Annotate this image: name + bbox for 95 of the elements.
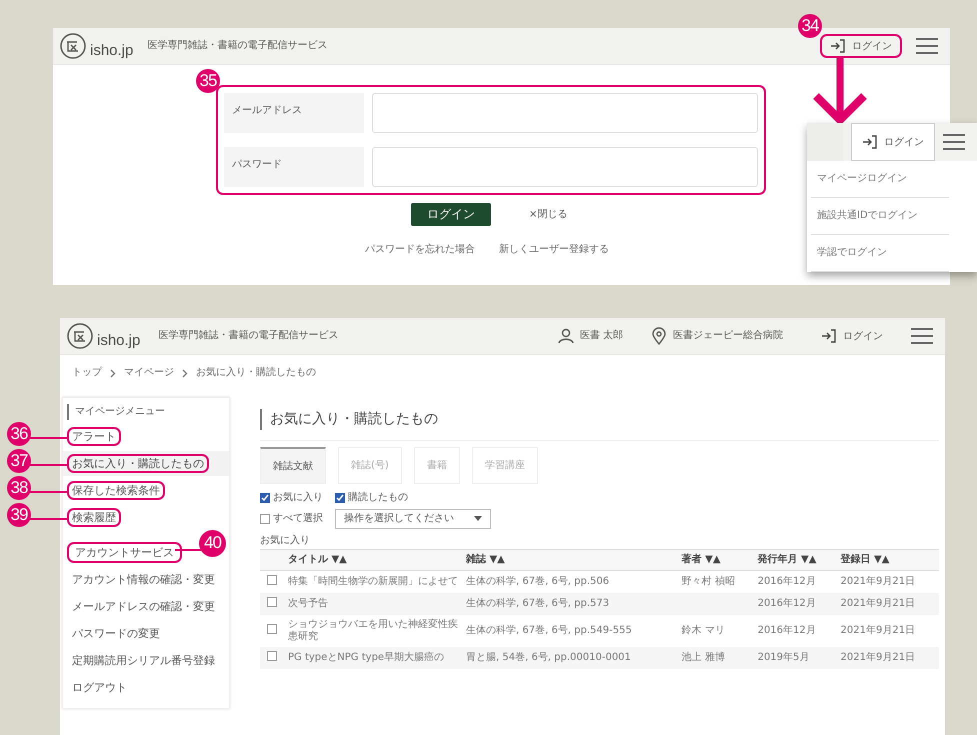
- checkbox[interactable]: [260, 514, 270, 524]
- table-cell: 2021年9月21日: [836, 592, 939, 615]
- callout-number: 34: [798, 14, 822, 38]
- tagline: 医学専門雑誌・書籍の電子配信サービス: [147, 40, 328, 52]
- column-header[interactable]: 著者 ▼▲: [678, 549, 754, 570]
- sidebar-item[interactable]: 保存した検索条件: [67, 480, 165, 500]
- menu-icon: [911, 328, 933, 344]
- link[interactable]: 新しくユーザー登録する: [499, 244, 609, 256]
- table-cell: 鈴木 マリ: [678, 614, 754, 647]
- user-name: 医書 太郎: [580, 330, 623, 342]
- leader-line: [29, 518, 67, 520]
- table-cell: 2021年9月21日: [836, 646, 939, 669]
- table-cell: 2019年5月: [754, 646, 837, 669]
- login-icon: [830, 39, 846, 53]
- sidebar-item[interactable]: 定期購読用シリアル番号登録: [67, 651, 220, 670]
- chevron-icon: [182, 368, 188, 378]
- sidebar-heading: マイページメニュー: [67, 404, 171, 420]
- column-header[interactable]: 雑誌 ▼▲: [462, 549, 678, 570]
- table-cell: 生体の科学, 67巻, 6号, pp.506: [462, 570, 678, 593]
- breadcrumb-link[interactable]: トップ: [72, 367, 102, 379]
- location-pin-icon: [651, 327, 667, 345]
- callout-number: 39: [7, 503, 31, 527]
- checkbox[interactable]: [260, 492, 270, 503]
- input-field[interactable]: [372, 147, 758, 187]
- sidebar-item[interactable]: お気に入り・購読したもの: [67, 454, 209, 474]
- table-cell: 生体の科学, 67巻, 6号, pp.549-555: [462, 614, 678, 647]
- logo-text: isho.jp: [90, 42, 134, 60]
- callout-number: 38: [7, 476, 31, 500]
- table-cell: PG typeとNPG type早期大腸癌の: [284, 646, 462, 669]
- table-cell: 次号予告: [284, 592, 462, 615]
- caret-icon: [474, 516, 482, 522]
- leader-line: [175, 548, 201, 551]
- leader-line: [29, 464, 67, 466]
- login-button[interactable]: ログイン: [820, 34, 902, 58]
- breadcrumb-link[interactable]: マイページ: [124, 367, 174, 379]
- callout-number: 36: [7, 422, 31, 446]
- logo-text: isho.jp: [97, 332, 140, 350]
- sidebar-heading: アカウントサービス: [67, 542, 182, 564]
- menu-icon: [916, 38, 938, 54]
- checkbox-label: お気に入り: [273, 492, 323, 504]
- breadcrumb-link[interactable]: お気に入り・購読したもの: [196, 367, 316, 379]
- table-cell: 胃と腸, 54巻, 6号, pp.00010-0001: [462, 646, 678, 669]
- checkbox[interactable]: [267, 624, 277, 634]
- login-button[interactable]: ログイン: [811, 324, 893, 348]
- section-label: お気に入り: [260, 534, 311, 547]
- table-cell: 2016年12月: [754, 570, 837, 593]
- table-cell: ショウジョウバエを用いた神経変性疾患研究: [284, 614, 462, 647]
- column-header[interactable]: 登録日 ▼▲: [836, 549, 939, 570]
- menu-item[interactable]: 学認でログイン: [811, 235, 949, 272]
- close-link[interactable]: ×閉じる: [529, 208, 568, 220]
- sidebar-item[interactable]: 検索履歴: [67, 508, 121, 528]
- link[interactable]: パスワードを忘れた場合: [365, 244, 475, 256]
- login-icon: [862, 135, 878, 149]
- login-button[interactable]: ログイン: [851, 123, 935, 161]
- sidebar-item[interactable]: パスワードの変更: [67, 624, 165, 644]
- sidebar-item[interactable]: メールアドレスの確認・変更: [67, 597, 220, 616]
- checkbox[interactable]: [267, 574, 277, 585]
- checkbox[interactable]: [335, 492, 345, 503]
- tab[interactable]: 雑誌文献: [260, 446, 326, 484]
- table-cell: 生体の科学, 67巻, 6号, pp.573: [462, 592, 678, 615]
- sidebar-item[interactable]: アラート: [67, 426, 121, 446]
- table-cell: 野々村 禎昭: [678, 570, 754, 593]
- checkbox-label: すべて選択: [273, 512, 323, 525]
- table-cell: 池上 雅博: [678, 646, 754, 669]
- checkbox[interactable]: [267, 650, 277, 661]
- field-label: パスワード: [224, 147, 364, 187]
- menu-icon: [943, 134, 965, 150]
- login-submit-button[interactable]: ログイン: [411, 203, 491, 226]
- page-title: お気に入り・購読したもの: [260, 409, 939, 430]
- login-icon: [821, 329, 837, 343]
- table-cell: 特集「時間生物学の新展開」によせて: [284, 570, 462, 593]
- callout-number: 35: [196, 69, 220, 93]
- chevron-icon: [110, 368, 116, 378]
- table-cell: 2016年12月: [754, 592, 837, 615]
- table-cell: 2021年9月21日: [836, 614, 939, 647]
- menu-item[interactable]: マイページログイン: [811, 161, 949, 198]
- table-cell: 2021年9月21日: [836, 570, 939, 593]
- action-dropdown[interactable]: 操作を選択してください: [335, 508, 491, 529]
- field-label: メールアドレス: [224, 93, 364, 133]
- tagline: 医学専門雑誌・書籍の電子配信サービス: [158, 330, 338, 342]
- leader-line: [29, 490, 67, 492]
- callout-number: 37: [7, 449, 31, 473]
- sidebar-item[interactable]: ログアウト: [67, 678, 132, 698]
- checkbox-label: 購読したもの: [348, 492, 408, 504]
- column-header[interactable]: タイトル ▼▲: [284, 549, 462, 570]
- facility-name: 医書ジェーピー総合病院: [673, 330, 783, 342]
- table-cell: 2016年12月: [754, 614, 837, 647]
- menu-item[interactable]: 施設共通IDでログイン: [811, 198, 949, 235]
- column-header[interactable]: 発行年月 ▼▲: [754, 549, 837, 570]
- leader-line: [29, 436, 67, 438]
- input-field[interactable]: [372, 93, 758, 133]
- sidebar-item[interactable]: アカウント情報の確認・変更: [67, 570, 220, 590]
- person-icon: [558, 328, 574, 344]
- callout-number: 40: [199, 530, 226, 557]
- checkbox[interactable]: [267, 596, 277, 607]
